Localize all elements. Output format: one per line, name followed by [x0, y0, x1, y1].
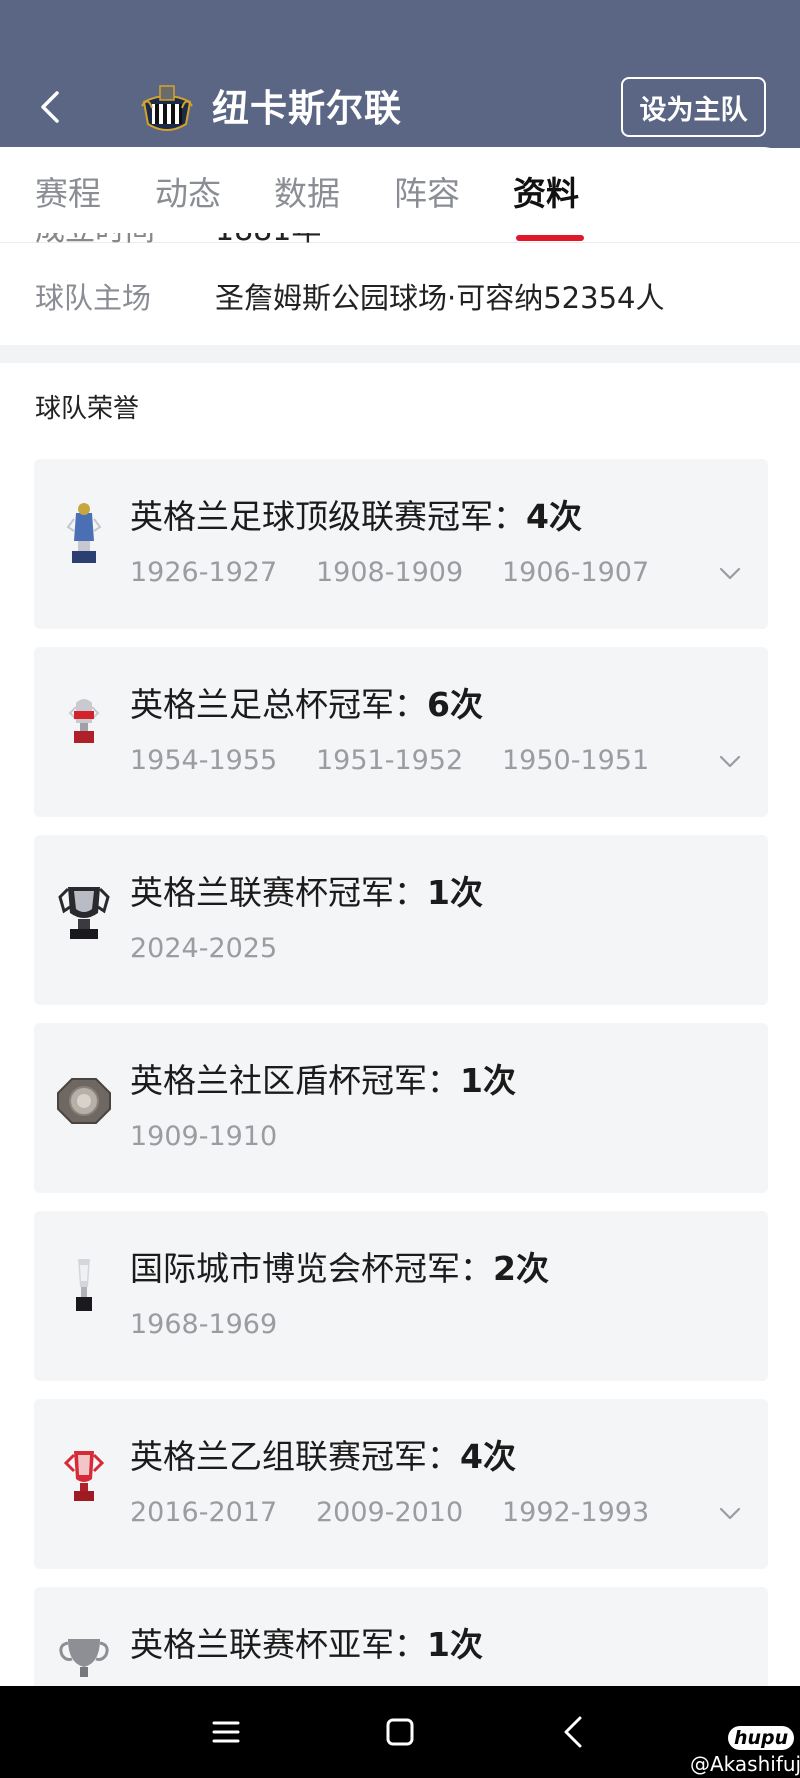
stadium-value: 圣詹姆斯公园球场·可容纳52354人	[215, 281, 665, 315]
founded-value-partial: 1881年	[215, 233, 321, 249]
stadium-label: 球队主场	[35, 281, 152, 315]
section-divider	[0, 345, 800, 363]
season-label: 1951-1952	[316, 745, 464, 776]
season-label: 1906-1907	[502, 557, 650, 588]
menu-icon[interactable]	[206, 1712, 246, 1752]
honor-card[interactable]: 国际城市博览会杯冠军：2次 1968-1969	[34, 1211, 768, 1381]
championship-trophy-icon	[63, 1451, 105, 1501]
back-nav-icon[interactable]	[554, 1712, 594, 1752]
team-crest-icon	[141, 85, 193, 131]
content-sheet: 赛程 动态 数据 阵容 资料 成立时间 1881年 球队主场 圣詹姆斯公园球场·…	[0, 147, 800, 1757]
league-cup-trophy-icon	[58, 887, 110, 939]
honor-card[interactable]: 英格兰足总杯冠军：6次 1954-1955 1951-1952 1950-195…	[34, 647, 768, 817]
honor-title: 国际城市博览会杯冠军：2次	[130, 1249, 549, 1288]
honor-card[interactable]: 英格兰乙组联赛冠军：4次 2016-2017 2009-2010 1992-19…	[34, 1399, 768, 1569]
honors-section-title: 球队荣誉	[35, 394, 140, 424]
community-shield-icon	[57, 1078, 111, 1124]
founded-label-partial: 成立时间	[35, 233, 155, 249]
tab-stats[interactable]: 数据	[274, 171, 340, 217]
fairs-cup-trophy-icon	[76, 1259, 92, 1311]
back-button[interactable]	[30, 82, 70, 132]
hupu-logo: hupu	[728, 1726, 795, 1750]
honor-title: 英格兰联赛杯亚军：1次	[130, 1625, 483, 1664]
honor-card[interactable]: 英格兰足球顶级联赛冠军：4次 1926-1927 1908-1909 1906-…	[34, 459, 768, 629]
honor-card[interactable]: 英格兰联赛杯冠军：1次 2024-2025	[34, 835, 768, 1005]
tab-squad[interactable]: 阵容	[394, 171, 460, 217]
season-label: 2024-2025	[130, 933, 278, 964]
tab-news[interactable]: 动态	[155, 171, 221, 217]
set-home-team-button[interactable]: 设为主队	[621, 77, 766, 137]
season-label: 2016-2017	[130, 1497, 278, 1528]
season-label: 1968-1969	[130, 1309, 278, 1340]
season-label: 1992-1993	[502, 1497, 650, 1528]
active-tab-indicator	[516, 235, 584, 241]
season-label: 1909-1910	[130, 1121, 278, 1152]
tab-schedule[interactable]: 赛程	[35, 171, 101, 217]
honor-title: 英格兰社区盾杯冠军：1次	[130, 1061, 516, 1100]
chevron-down-icon[interactable]	[716, 1499, 744, 1527]
season-label: 1926-1927	[130, 557, 278, 588]
system-nav-bar	[0, 1686, 800, 1778]
tab-profile[interactable]: 资料	[513, 171, 579, 217]
season-label: 1950-1951	[502, 745, 650, 776]
home-square-icon[interactable]	[380, 1712, 420, 1752]
tab-bar: 赛程 动态 数据 阵容 资料	[0, 147, 800, 243]
top-header: 纽卡斯尔联 设为主队	[0, 0, 800, 148]
honor-title: 英格兰联赛杯冠军：1次	[130, 873, 483, 912]
premier-league-trophy-icon	[66, 503, 102, 563]
honor-title: 英格兰足球顶级联赛冠军：4次	[130, 497, 582, 536]
chevron-down-icon[interactable]	[716, 747, 744, 775]
honor-card[interactable]: 英格兰社区盾杯冠军：1次 1909-1910	[34, 1023, 768, 1193]
season-label: 1908-1909	[316, 557, 464, 588]
honor-title: 英格兰乙组联赛冠军：4次	[130, 1437, 516, 1476]
season-label: 2009-2010	[316, 1497, 464, 1528]
watermark-username: @Akashifuji	[690, 1752, 800, 1776]
chevron-down-icon[interactable]	[716, 559, 744, 587]
honor-title: 英格兰足总杯冠军：6次	[130, 685, 483, 724]
fa-cup-trophy-icon	[68, 699, 100, 743]
back-arrow-icon	[41, 91, 59, 123]
season-label: 1954-1955	[130, 745, 278, 776]
team-name-title: 纽卡斯尔联	[212, 87, 402, 130]
